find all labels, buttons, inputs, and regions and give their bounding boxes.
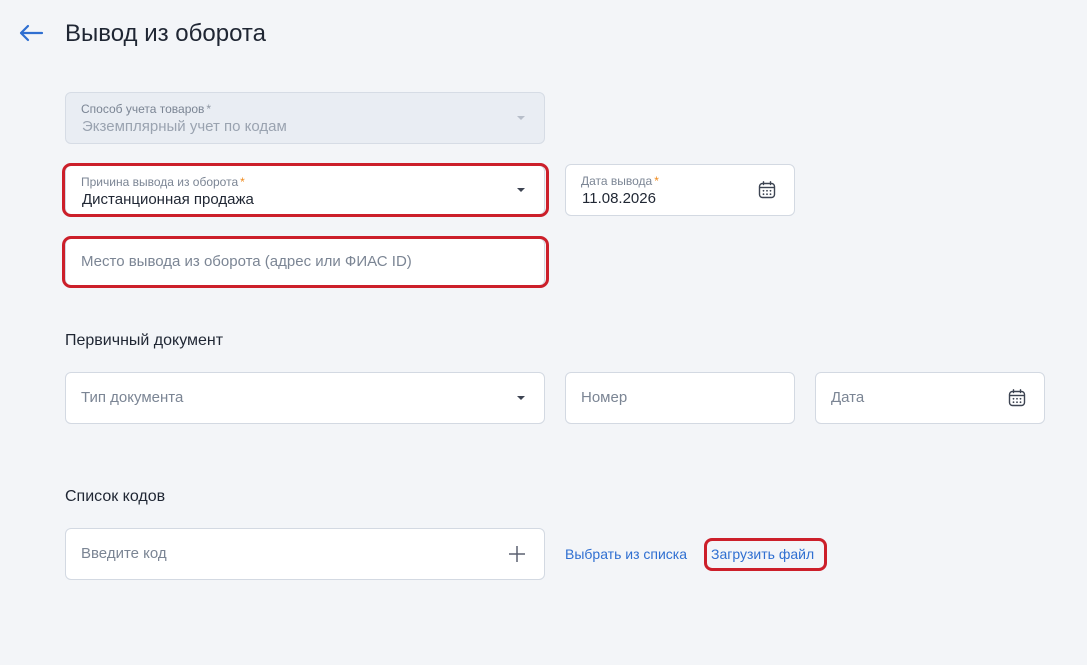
- calendar-icon[interactable]: [758, 181, 776, 199]
- document-number-placeholder: Номер: [581, 389, 628, 406]
- document-date-field[interactable]: Дата: [815, 372, 1045, 424]
- page: Вывод из оборота Способ учета товаров * Э…: [0, 0, 1087, 665]
- required-mark: *: [240, 175, 245, 189]
- document-number-input[interactable]: Номер: [565, 372, 795, 424]
- withdrawal-place-placeholder: Место вывода из оборота (адрес или ФИАС …: [81, 253, 412, 270]
- back-button[interactable]: [16, 20, 46, 46]
- plus-icon[interactable]: [507, 544, 527, 564]
- document-type-select[interactable]: Тип документа: [65, 372, 545, 424]
- chevron-down-icon: [517, 396, 525, 400]
- withdrawal-date-label: Дата вывода: [581, 174, 653, 188]
- withdrawal-date-field[interactable]: Дата вывода * 11.08.2026: [565, 164, 795, 216]
- withdrawal-reason-value: Дистанционная продажа: [82, 191, 254, 208]
- accounting-method-select: Способ учета товаров * Экземплярный учет …: [65, 92, 545, 144]
- codes-list-title: Список кодов: [65, 488, 166, 505]
- upload-file-link[interactable]: Загрузить файл: [711, 545, 814, 563]
- chevron-down-icon: [517, 116, 525, 120]
- calendar-icon[interactable]: [1008, 389, 1026, 407]
- document-date-placeholder: Дата: [831, 389, 865, 406]
- chevron-down-icon: [517, 188, 525, 192]
- page-title: Вывод из оборота: [65, 20, 266, 47]
- accounting-method-label: Способ учета товаров: [81, 102, 205, 116]
- withdrawal-reason-label: Причина вывода из оборота: [81, 175, 239, 189]
- required-mark: *: [654, 174, 659, 188]
- withdrawal-reason-select[interactable]: Причина вывода из оборота * Дистанционная…: [65, 165, 545, 215]
- arrow-left-icon: [19, 24, 44, 42]
- select-from-list-link[interactable]: Выбрать из списка: [565, 545, 687, 563]
- code-input-placeholder: Введите код: [81, 545, 167, 562]
- document-type-placeholder: Тип документа: [81, 389, 184, 406]
- required-mark: *: [206, 102, 212, 116]
- withdrawal-date-value: 11.08.2026: [582, 190, 656, 207]
- withdrawal-place-input[interactable]: Место вывода из оборота (адрес или ФИАС …: [65, 238, 545, 286]
- accounting-method-value: Экземплярный учет по кодам: [82, 118, 287, 135]
- code-input[interactable]: Введите код: [65, 528, 545, 580]
- primary-document-title: Первичный документ: [65, 332, 224, 349]
